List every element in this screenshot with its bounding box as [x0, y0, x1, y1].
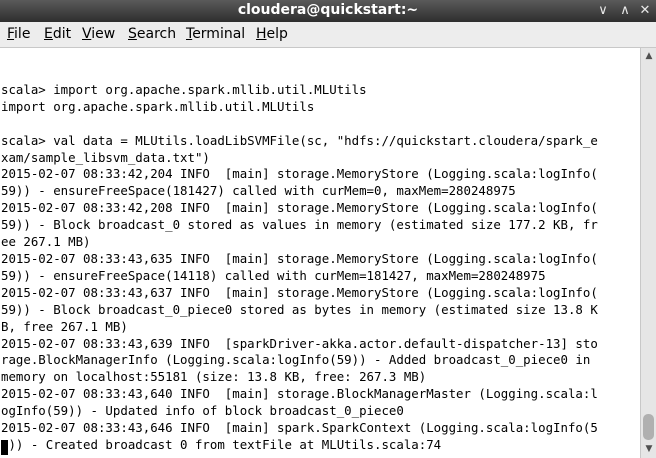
terminal-line: xam/sample_libsvm_data.txt") — [1, 149, 210, 165]
terminal-line: 2015-02-07 08:33:43,637 INFO [main] stor… — [1, 284, 598, 300]
terminal-line: 2015-02-07 08:33:43,640 INFO [main] stor… — [1, 386, 598, 402]
scrollbar-thumb[interactable] — [643, 414, 654, 440]
terminal-line: 59)) - Block broadcast_0 stored as value… — [1, 217, 598, 233]
menu-help[interactable]: Help — [256, 26, 288, 42]
terminal-line: 2015-02-07 08:33:43,635 INFO [main] stor… — [1, 250, 598, 266]
menu-search[interactable]: Search — [128, 26, 176, 42]
terminal-line: scala> import org.apache.spark.mllib.uti… — [1, 81, 367, 97]
terminal-line: import org.apache.spark.mllib.util.MLUti… — [1, 98, 315, 114]
terminal-line: 2015-02-07 08:33:43,646 INFO [main] spar… — [1, 420, 598, 436]
terminal-line: 9)) - Created broadcast 0 from textFile … — [1, 436, 442, 452]
terminal-line: 2015-02-07 08:33:43,639 INFO [sparkDrive… — [1, 335, 598, 351]
terminal-line: 2015-02-07 08:33:42,204 INFO [main] stor… — [1, 166, 598, 182]
terminal-line: ee 267.1 MB) — [1, 234, 91, 250]
terminal-line: 2015-02-07 08:33:42,208 INFO [main] stor… — [1, 200, 598, 216]
minimize-icon[interactable]: ∨ — [596, 4, 610, 18]
vertical-scrollbar[interactable]: ▲ ▼ — [640, 48, 656, 458]
menu-terminal[interactable]: Terminal — [186, 26, 245, 42]
menu-file[interactable]: File — [7, 26, 30, 42]
terminal-line: 59)) - ensureFreeSpace(181427) called wi… — [1, 183, 516, 199]
terminal-line: 59)) - ensureFreeSpace(14118) called wit… — [1, 267, 546, 283]
scroll-down-icon[interactable]: ▼ — [641, 442, 656, 456]
terminal-output[interactable]: scala> import org.apache.spark.mllib.uti… — [0, 48, 640, 458]
scroll-up-icon[interactable]: ▲ — [641, 49, 656, 63]
menu-view[interactable]: View — [82, 26, 115, 42]
menu-edit[interactable]: Edit — [44, 26, 71, 42]
maximize-icon[interactable]: ∧ — [618, 4, 632, 18]
terminal-line: scala> val data = MLUtils.loadLibSVMFile… — [1, 132, 598, 148]
terminal-line: B, free 267.1 MB) — [1, 318, 128, 334]
terminal-line: ogInfo(59)) - Updated info of block broa… — [1, 403, 404, 419]
window-title: cloudera@quickstart:~ — [237, 2, 419, 18]
text-cursor — [1, 440, 8, 455]
close-icon[interactable]: ✕ — [638, 4, 652, 18]
menu-bar: File Edit View Search Terminal Help — [0, 22, 656, 48]
title-bar[interactable]: cloudera@quickstart:~ ∨ ∧ ✕ — [0, 0, 656, 22]
terminal-text: scala> import org.apache.spark.mllib.uti… — [1, 65, 598, 454]
terminal-line: 59)) - Block broadcast_0_piece0 stored a… — [1, 301, 598, 317]
terminal-line: memory on localhost:55181 (size: 13.8 KB… — [1, 369, 427, 385]
terminal-line: rage.BlockManagerInfo (Logging.scala:log… — [1, 352, 591, 368]
